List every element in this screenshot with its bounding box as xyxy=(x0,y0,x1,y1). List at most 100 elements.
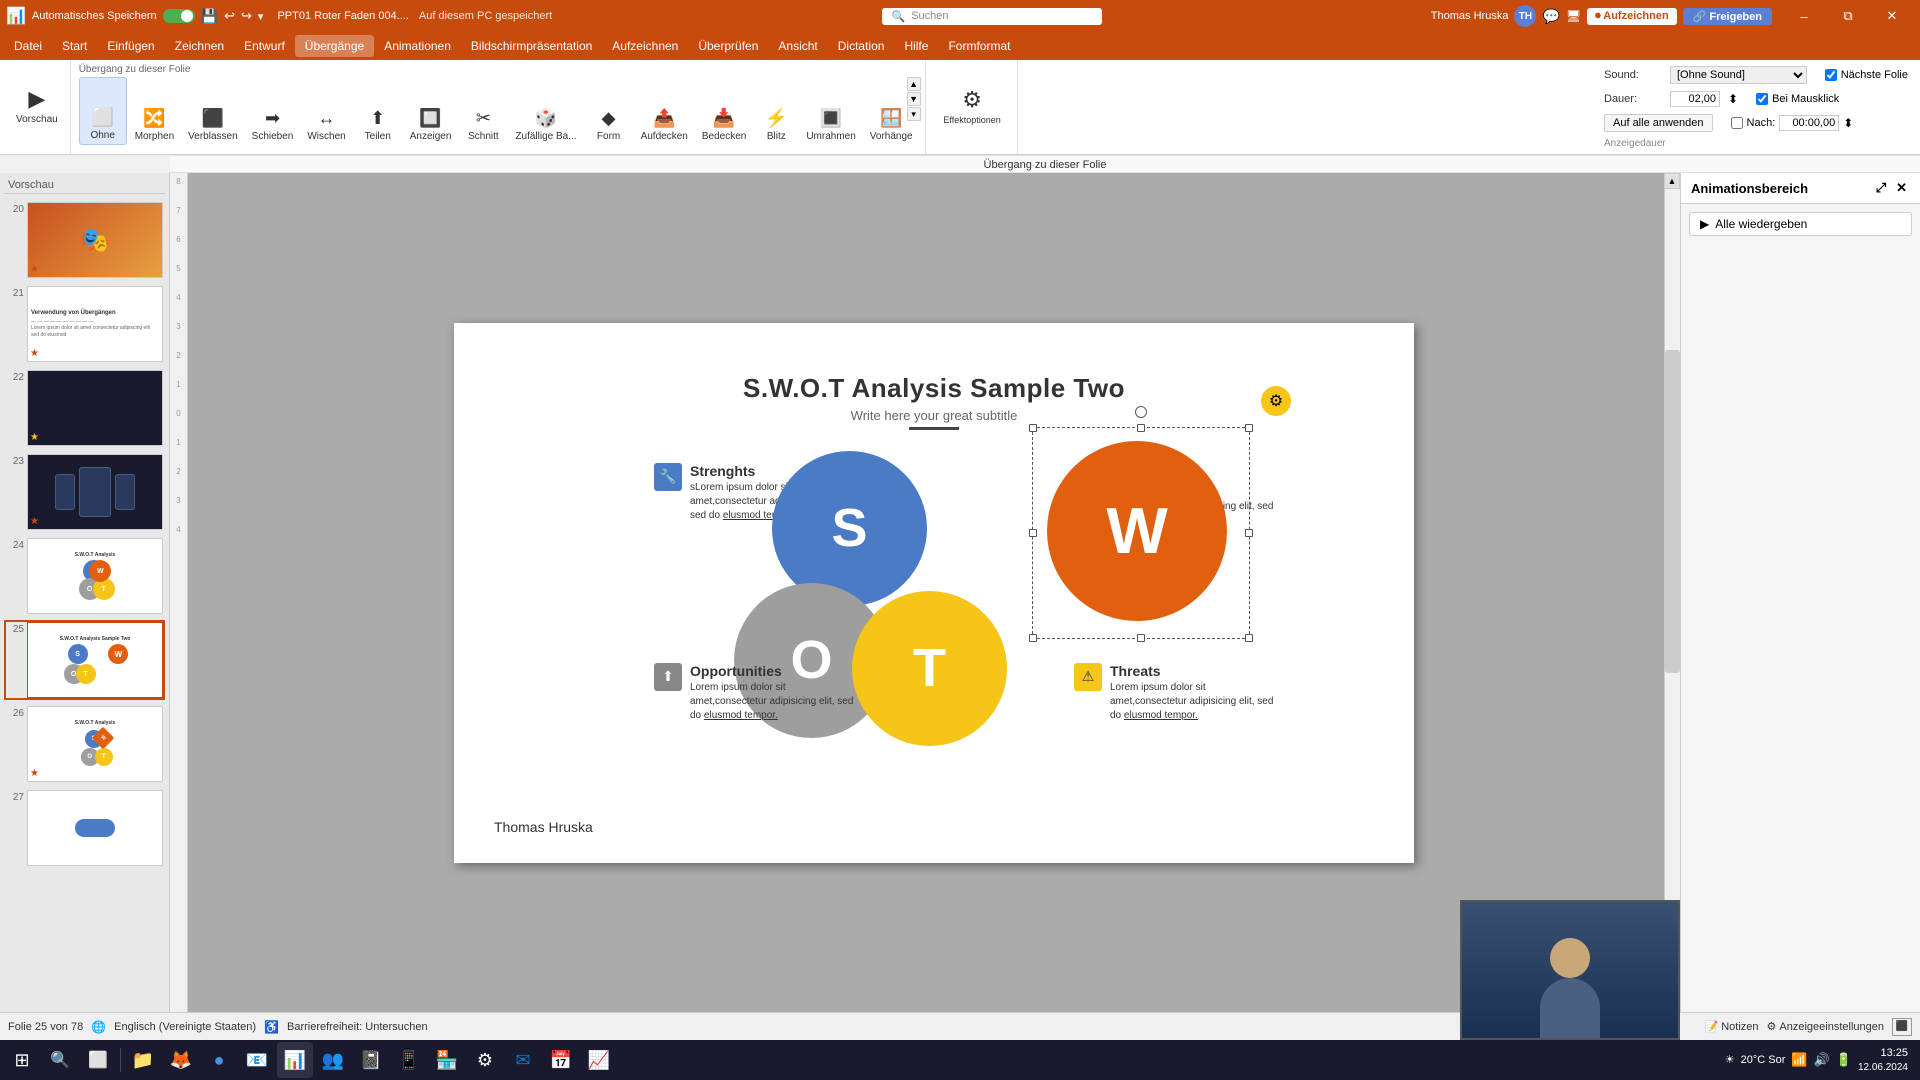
canvas-scrollbar-thumb[interactable] xyxy=(1665,350,1680,673)
menu-aufzeichnen[interactable]: Aufzeichnen xyxy=(602,35,688,57)
dauer-input[interactable] xyxy=(1670,91,1720,107)
taskbar-teams[interactable]: 👥 xyxy=(315,1042,351,1078)
handle-bm[interactable] xyxy=(1137,634,1145,642)
transition-morphen[interactable]: 🔀 Morphen xyxy=(129,77,180,145)
taskbar-onenote[interactable]: 📓 xyxy=(353,1042,389,1078)
start-button[interactable]: ⊞ xyxy=(4,1042,40,1078)
transition-schnitt[interactable]: ✂ Schnitt xyxy=(459,77,507,145)
network-icon[interactable]: 📶 xyxy=(1791,1052,1807,1068)
vorschau-button[interactable]: ▶ Vorschau xyxy=(10,60,64,128)
autosave-toggle[interactable] xyxy=(163,9,195,23)
scroll-up-btn[interactable]: ▲ xyxy=(907,77,921,91)
canvas-scrollbar-track[interactable] xyxy=(1664,189,1680,996)
undo-icon[interactable]: ↩ xyxy=(224,8,235,24)
transition-verblassen[interactable]: ⬛ Verblassen xyxy=(182,77,243,145)
menu-animationen[interactable]: Animationen xyxy=(374,35,461,57)
slide-thumb-20[interactable]: 20 🎭 ★ xyxy=(4,200,165,280)
transition-form[interactable]: ◆ Form xyxy=(585,77,633,145)
comments-icon[interactable]: 💬 xyxy=(1542,8,1559,25)
transition-zufallig[interactable]: 🎲 Zufällige Ba... xyxy=(509,77,582,145)
restore-button[interactable]: ⧉ xyxy=(1826,0,1870,32)
taskbar-chrome[interactable]: ● xyxy=(201,1042,237,1078)
menu-hilfe[interactable]: Hilfe xyxy=(894,35,938,57)
sound-select[interactable]: [Ohne Sound] xyxy=(1670,66,1807,84)
swot-w-circle[interactable]: W xyxy=(1047,441,1227,621)
taskbar-firefox[interactable]: 🦊 xyxy=(163,1042,199,1078)
menu-entwurf[interactable]: Entwurf xyxy=(234,35,295,57)
expand-panel-icon[interactable]: ⤢ xyxy=(1873,179,1889,197)
menu-start[interactable]: Start xyxy=(52,35,97,57)
slide-thumb-21[interactable]: 21 Verwendung von Übergängen — — — — — —… xyxy=(4,284,165,364)
freigeben-button[interactable]: 🔗 Freigeben xyxy=(1683,8,1772,25)
handle-bl[interactable] xyxy=(1029,634,1037,642)
aufzeichnen-button[interactable]: ⏺ Aufzeichnen xyxy=(1587,8,1677,25)
handle-br[interactable] xyxy=(1245,634,1253,642)
swot-s-circle[interactable]: S xyxy=(772,451,927,606)
nach-spinner[interactable]: ⬍ xyxy=(1843,116,1853,130)
transition-scroll[interactable]: ▲ ▼ ▾ xyxy=(907,77,921,121)
swot-t-circle[interactable]: T xyxy=(852,591,1007,746)
transition-ohne[interactable]: ⬜ Ohne xyxy=(79,77,127,145)
task-view-button[interactable]: ⬜ xyxy=(80,1042,116,1078)
close-button[interactable]: ✕ xyxy=(1870,0,1914,32)
nach-input[interactable] xyxy=(1779,115,1839,131)
menu-datei[interactable]: Datei xyxy=(4,35,52,57)
transition-schieben[interactable]: ➡ Schieben xyxy=(246,77,300,145)
menu-formformat[interactable]: Formformat xyxy=(938,35,1020,57)
view-mode-normal[interactable]: ⬛ xyxy=(1892,1018,1912,1036)
taskbar-outlook[interactable]: 📧 xyxy=(239,1042,275,1078)
bei-mausklick-checkbox[interactable] xyxy=(1756,93,1768,105)
handle-ml[interactable] xyxy=(1029,529,1037,537)
taskbar-mail[interactable]: ✉ xyxy=(505,1042,541,1078)
auf-alle-button[interactable]: Auf alle anwenden xyxy=(1604,114,1713,132)
transition-bedecken[interactable]: 📥 Bedecken xyxy=(696,77,752,145)
slide-thumb-25[interactable]: 25 S.W.O.T Analysis Sample Two S O T W xyxy=(4,620,165,700)
menu-uberpruefen[interactable]: Überprüfen xyxy=(688,35,768,57)
slide-thumb-27[interactable]: 27 xyxy=(4,788,165,868)
slide-thumb-24[interactable]: 24 S.W.O.T Analysis S O T W xyxy=(4,536,165,616)
transition-blitz[interactable]: ⚡ Blitz xyxy=(754,77,798,145)
taskbar-excel[interactable]: 📈 xyxy=(581,1042,617,1078)
transition-umrahmen[interactable]: 🔳 Umrahmen xyxy=(800,77,861,145)
scroll-more-btn[interactable]: ▾ xyxy=(907,107,921,121)
notes-button[interactable]: 📝 Notizen xyxy=(1705,1020,1759,1033)
canvas-scroll-top[interactable]: ▲ xyxy=(1664,173,1680,189)
menu-ansicht[interactable]: Ansicht xyxy=(768,35,827,57)
slide-thumb-26[interactable]: 26 S.W.O.T Analysis S O T W ★ xyxy=(4,704,165,784)
transition-anzeigen[interactable]: 🔲 Anzeigen xyxy=(404,77,458,145)
play-all-button[interactable]: ▶ Alle wiedergeben xyxy=(1689,212,1912,236)
menu-dictation[interactable]: Dictation xyxy=(828,35,895,57)
taskbar-powerpoint[interactable]: 📊 xyxy=(277,1042,313,1078)
menu-ubergange[interactable]: Übergänge xyxy=(295,35,374,57)
slide-canvas[interactable]: S.W.O.T Analysis Sample Two Write here y… xyxy=(454,323,1414,863)
slide-thumb-22[interactable]: 22 ★ xyxy=(4,368,165,448)
dauer-spinner[interactable]: ⬍ xyxy=(1728,92,1738,106)
minimize-button[interactable]: – xyxy=(1782,0,1826,32)
taskbar-explorer[interactable]: 📁 xyxy=(125,1042,161,1078)
language-info[interactable]: Englisch (Vereinigte Staaten) xyxy=(114,1021,256,1033)
nachste-folie-checkbox[interactable] xyxy=(1825,69,1837,81)
user-avatar[interactable]: TH xyxy=(1514,5,1536,27)
sound-icon[interactable]: 🔊 xyxy=(1814,1052,1830,1068)
search-box[interactable]: 🔍 Suchen xyxy=(882,8,1102,25)
scroll-down-btn[interactable]: ▼ xyxy=(907,92,921,106)
taskbar-phone[interactable]: 📱 xyxy=(391,1042,427,1078)
nach-checkbox[interactable] xyxy=(1731,117,1743,129)
taskbar-search[interactable]: 🔍 xyxy=(42,1042,78,1078)
quick-access-more[interactable]: ▾ xyxy=(258,10,264,23)
accessibility-info[interactable]: Barrierefreiheit: Untersuchen xyxy=(287,1021,428,1033)
present-icon[interactable]: 🖥 xyxy=(1566,9,1581,23)
redo-icon[interactable]: ↪ xyxy=(241,8,252,24)
menu-zeichnen[interactable]: Zeichnen xyxy=(165,35,234,57)
transition-wischen[interactable]: ↔ Wischen xyxy=(301,77,351,145)
taskbar-calendar[interactable]: 📅 xyxy=(543,1042,579,1078)
taskbar-store[interactable]: 🏪 xyxy=(429,1042,465,1078)
quick-save-icon[interactable]: 💾 xyxy=(201,8,218,25)
menu-bildschirm[interactable]: Bildschirmpräsentation xyxy=(461,35,602,57)
taskbar-settings[interactable]: ⚙ xyxy=(467,1042,503,1078)
menu-einfugen[interactable]: Einfügen xyxy=(97,35,164,57)
transition-teilen[interactable]: ⬆ Teilen xyxy=(354,77,402,145)
view-settings-button[interactable]: ⚙ Anzeigeeinstellungen xyxy=(1767,1020,1884,1033)
transition-aufdecken[interactable]: 📤 Aufdecken xyxy=(635,77,694,145)
slide-thumb-23[interactable]: 23 ★ xyxy=(4,452,165,532)
